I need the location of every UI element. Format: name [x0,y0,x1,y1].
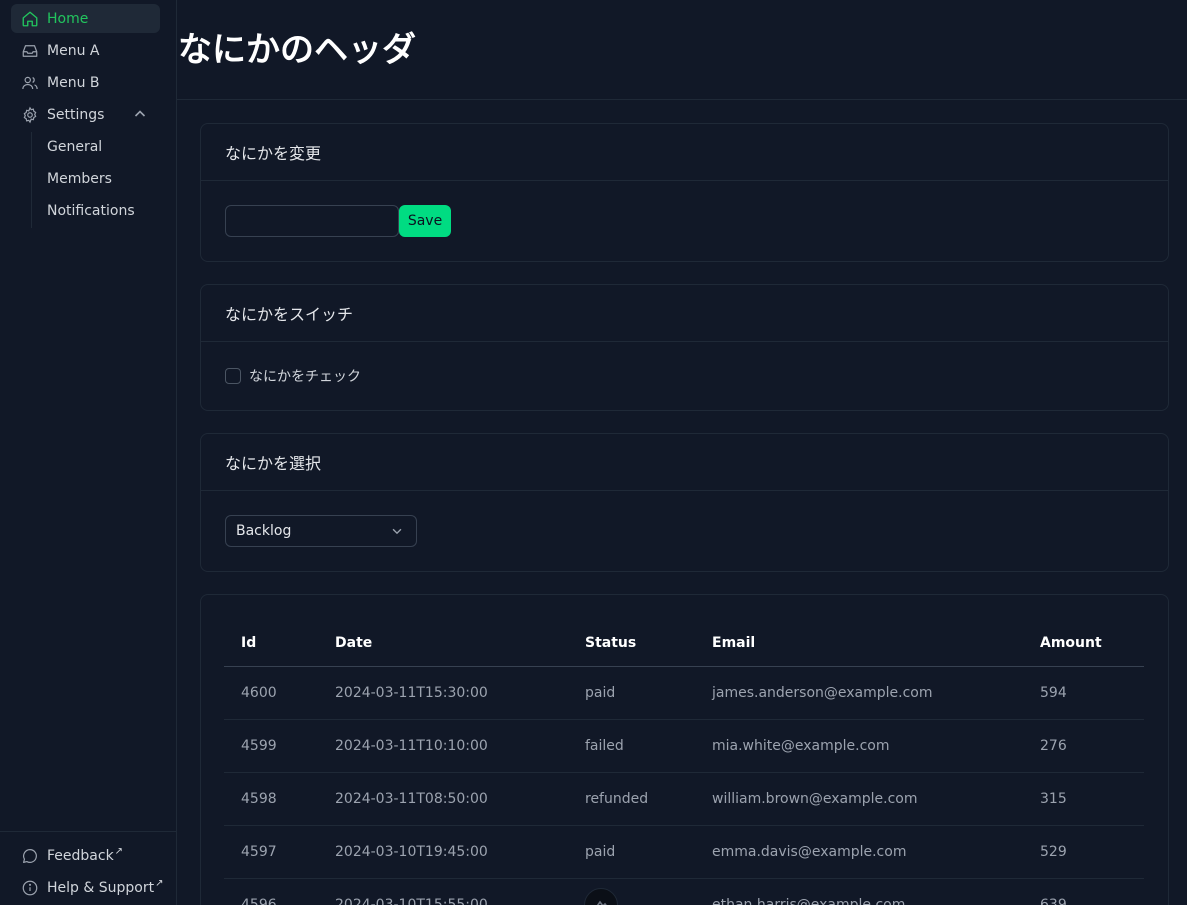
gear-icon [20,105,40,125]
cell-email: mia.white@example.com [712,738,890,754]
chevron-up-icon[interactable] [132,106,148,122]
column-header-amount[interactable]: Amount [1040,620,1102,666]
save-button[interactable]: Save [399,205,451,237]
external-link-icon: ↗ [114,845,124,857]
sidebar: Home Menu A Menu B Settings General Memb… [0,0,177,905]
mountain-logo-icon [596,900,607,905]
sidebar-item-menu-a[interactable]: Menu A [11,36,160,65]
select-card: なにかを選択 Backlog [200,433,1169,572]
info-icon [21,879,39,897]
cell-id: 4600 [241,685,277,701]
cell-date: 2024-03-10T15:55:00 [335,897,488,905]
cell-amount: 276 [1040,738,1067,754]
cell-amount: 639 [1040,897,1067,905]
subnav-divider [31,132,32,228]
home-icon [20,9,40,29]
cell-date: 2024-03-11T08:50:00 [335,791,488,807]
checkbox-label[interactable]: なにかをチェック [249,366,361,386]
sidebar-subitem-notifications[interactable]: Notifications [47,199,135,223]
column-header-status[interactable]: Status [585,620,636,666]
column-header-id[interactable]: Id [241,620,256,666]
change-card-title: なにかを変更 [201,124,1168,181]
sidebar-footer-divider [0,831,176,832]
sidebar-subitem-members[interactable]: Members [47,167,112,191]
change-card: なにかを変更 Save [200,123,1169,262]
floating-avatar[interactable] [584,888,618,905]
chat-bubble-icon [21,847,39,865]
cell-id: 4596 [241,897,277,905]
users-icon [20,73,40,93]
cell-date: 2024-03-10T19:45:00 [335,844,488,860]
switch-card-title: なにかをスイッチ [201,285,1168,342]
cell-status: failed [585,738,624,754]
inbox-icon [20,41,40,61]
sidebar-item-label: Menu B [47,74,100,91]
select-card-title: なにかを選択 [201,434,1168,491]
status-select[interactable]: Backlog [225,515,417,547]
table-row[interactable]: 4597 2024-03-10T19:45:00 paid emma.davis… [224,826,1144,879]
orders-table: Id Date Status Email Amount 4600 2024-03… [224,620,1144,905]
cell-email: james.anderson@example.com [712,685,933,701]
table-row[interactable]: 4600 2024-03-11T15:30:00 paid james.ande… [224,667,1144,720]
cell-email: ethan.harris@example.com [712,897,906,905]
text-input[interactable] [225,205,399,237]
sidebar-subitem-general[interactable]: General [47,135,102,159]
sidebar-item-label: Menu A [47,42,100,59]
app-root: Home Menu A Menu B Settings General Memb… [0,0,1187,905]
feedback-label: Feedback [47,848,114,864]
sidebar-item-menu-b[interactable]: Menu B [11,68,160,97]
table-row[interactable]: 4596 2024-03-10T15:55:00 ethan.harris@ex… [224,879,1144,905]
cell-status: paid [585,844,616,860]
table-header-row: Id Date Status Email Amount [224,620,1144,667]
external-link-icon: ↗ [155,877,164,889]
cell-email: emma.davis@example.com [712,844,907,860]
feedback-link[interactable]: Feedback ↗ [21,845,123,867]
cell-amount: 594 [1040,685,1067,701]
page-header: なにかのヘッダ [177,0,1187,100]
cell-id: 4597 [241,844,277,860]
table-row[interactable]: 4599 2024-03-11T10:10:00 failed mia.whit… [224,720,1144,773]
select-value: Backlog [236,523,292,539]
page-title: なにかのヘッダ [178,30,416,70]
cell-status: paid [585,685,616,701]
cell-date: 2024-03-11T15:30:00 [335,685,488,701]
chevron-down-icon [392,528,402,535]
table-row[interactable]: 4598 2024-03-11T08:50:00 refunded willia… [224,773,1144,826]
cell-status: refunded [585,791,649,807]
checkbox[interactable] [225,368,241,384]
sidebar-item-label: Home [47,10,89,27]
sidebar-item-label: Settings [47,106,105,123]
cell-date: 2024-03-11T10:10:00 [335,738,488,754]
sidebar-item-home[interactable]: Home [11,4,160,33]
cell-id: 4599 [241,738,277,754]
switch-card: なにかをスイッチ なにかをチェック [200,284,1169,411]
column-header-email[interactable]: Email [712,620,755,666]
sidebar-item-settings[interactable]: Settings [11,100,160,129]
column-header-date[interactable]: Date [335,620,372,666]
cell-id: 4598 [241,791,277,807]
cell-email: william.brown@example.com [712,791,918,807]
cell-amount: 529 [1040,844,1067,860]
help-support-link[interactable]: Help & Support ↗ [21,877,163,899]
help-support-label: Help & Support [47,880,155,896]
cell-amount: 315 [1040,791,1067,807]
